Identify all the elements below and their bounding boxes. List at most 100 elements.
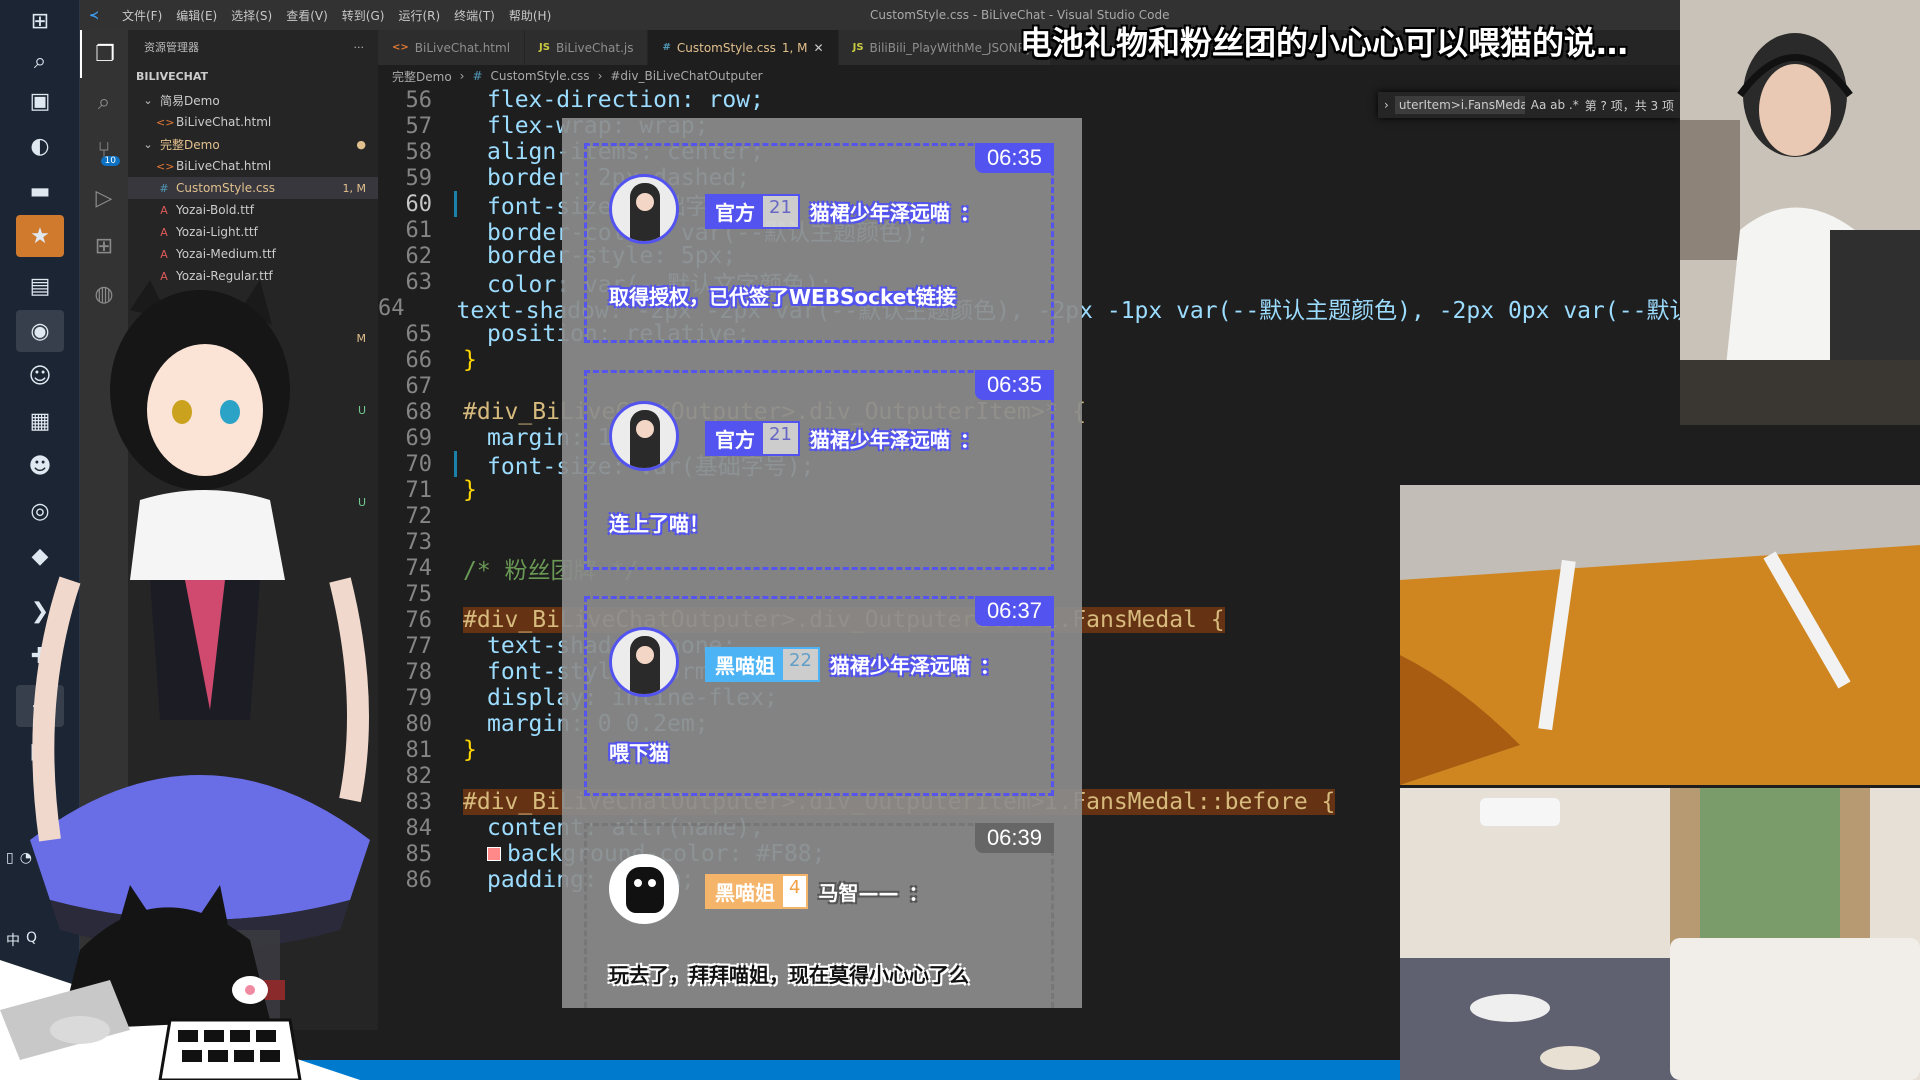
more-actions-icon[interactable]: ··· [354, 41, 365, 54]
start-menu-icon[interactable]: ⊞ [16, 0, 64, 42]
chat-username: 马智—— [818, 881, 899, 905]
fans-medal: 官方 21 [705, 194, 800, 229]
task-view-icon[interactable]: ▣ [16, 80, 64, 122]
code-text: } [463, 477, 477, 503]
search-icon[interactable]: ⌕ [80, 78, 128, 126]
chat-separator: ： [959, 428, 980, 452]
source-control-badge: 10 [100, 156, 120, 166]
medal-level: 4 [783, 876, 807, 907]
menu-run[interactable]: 运行(R) [398, 7, 440, 24]
workspace-section[interactable]: BILIVECHAT [128, 64, 378, 89]
menu-file[interactable]: 文件(F) [122, 7, 162, 24]
tree-file-active[interactable]: # CustomStyle.css 1, M [128, 177, 378, 199]
html-file-icon: <> [156, 159, 175, 173]
line-number: 61 [405, 217, 433, 243]
line-number: 56 [405, 87, 433, 113]
file-explorer-icon[interactable]: ▬ [16, 170, 64, 212]
explorer-header: 资源管理器 ··· [128, 30, 378, 64]
breadcrumb-item[interactable]: CustomStyle.css [491, 69, 590, 83]
tree-item-label: 完整Demo [160, 137, 220, 152]
breadcrumb-item[interactable]: 完整Demo [392, 68, 452, 85]
avatar [609, 627, 679, 697]
vscode-logo-icon: ≺ [88, 8, 100, 22]
html-file-icon: <> [392, 42, 409, 53]
chevron-down-icon: ⌄ [143, 137, 153, 151]
css-file-icon: # [662, 42, 671, 53]
avatar [609, 174, 679, 244]
color-swatch[interactable] [487, 847, 501, 861]
close-icon[interactable]: ✕ [814, 41, 824, 55]
tree-file[interactable]: <> BiLiveChat.html [128, 111, 378, 133]
fans-medal: 官方 21 [705, 421, 800, 456]
chat-separator: ： [979, 654, 1000, 678]
medal-name: 官方 [707, 196, 763, 227]
medal-level: 21 [763, 423, 798, 454]
tree-file[interactable]: <> BiLiveChat.html [128, 155, 378, 177]
medal-name: 黑喵姐 [707, 649, 783, 680]
find-input[interactable]: uterItem>i.FansMedal [1394, 96, 1525, 114]
tree-item-status: 1, M [342, 181, 366, 195]
webcam-cat-room [1400, 788, 1920, 1080]
live-chat-overlay: 06:35 官方 21 猫裙少年泽远喵 ： 取得授权，已代签了WEBSocket链… [562, 118, 1082, 1008]
tree-item-label: Yozai-Medium.ttf [176, 247, 276, 261]
css-file-icon: # [472, 69, 483, 83]
extensions-icon[interactable]: ⊞ [80, 222, 128, 270]
chat-username: 猫裙少年泽远喵 [809, 428, 950, 452]
tab-bilivechat-js[interactable]: JS BiLiveChat.js [525, 30, 649, 65]
line-number: 60 [405, 191, 433, 217]
html-file-icon: <> [156, 115, 175, 129]
js-file-icon: JS [539, 42, 550, 53]
medal-level: 22 [783, 649, 818, 680]
fans-medal: 黑喵姐 4 [705, 874, 809, 909]
code-text: flex-direction: row; [487, 87, 764, 113]
font-file-icon: A [160, 225, 168, 239]
tree-file[interactable]: A Yozai-Medium.ttf [128, 243, 378, 265]
chat-message-item: 06:35 官方 21 猫裙少年泽远喵 ： 取得授权，已代签了WEBSocket链… [584, 143, 1054, 343]
line-number: 59 [405, 165, 433, 191]
tree-item-label: CustomStyle.css [176, 181, 276, 195]
find-widget: › uterItem>i.FansMedal Aa ab .* 第 ? 项，共 … [1378, 92, 1680, 118]
tree-file[interactable]: A Yozai-Bold.ttf [128, 199, 378, 221]
menu-edit[interactable]: 编辑(E) [176, 7, 217, 24]
chat-message-item: 06:35 官方 21 猫裙少年泽远喵 ： 连上了喵！ [584, 370, 1054, 570]
medal-name: 黑喵姐 [707, 876, 783, 907]
chat-meta: 官方 21 猫裙少年泽远喵 ： [705, 194, 980, 229]
code-text: } [463, 737, 477, 763]
tab-status: 1, M [781, 40, 808, 55]
tab-bilivechat-html[interactable]: <> BiLiveChat.html [378, 30, 526, 65]
source-control-icon[interactable]: ⑂ 10 [80, 126, 128, 174]
font-file-icon: A [160, 247, 168, 261]
chat-time: 06:39 [974, 823, 1054, 853]
tree-folder[interactable]: ⌄ 完整Demo ● [128, 133, 378, 155]
chat-message-text: 取得授权，已代签了WEBSocket链接 [609, 285, 956, 309]
line-number: 57 [405, 113, 433, 139]
chat-username: 猫裙少年泽远喵 [809, 201, 950, 225]
menu-help[interactable]: 帮助(H) [509, 7, 551, 24]
breadcrumb-item[interactable]: #div_BiLiveChatOutputer [610, 69, 762, 83]
tab-label: BiliBili_PlayWithMe_JSONP.js [869, 40, 1037, 55]
starred-app-icon[interactable]: ★ [16, 215, 64, 257]
menu-go[interactable]: 转到(G) [342, 7, 385, 24]
tree-file[interactable]: A Yozai-Light.ttf [128, 221, 378, 243]
menu-terminal[interactable]: 终端(T) [454, 7, 495, 24]
edge-browser-icon[interactable]: ◐ [16, 125, 64, 167]
tree-folder[interactable]: ⌄ 简易Demo [128, 89, 378, 111]
chevron-down-icon: ⌄ [143, 93, 153, 107]
search-icon[interactable]: ⌕ [16, 40, 64, 82]
breadcrumb: 完整Demo › # CustomStyle.css › #div_BiLive… [378, 65, 1680, 87]
fans-medal: 黑喵姐 22 [705, 647, 820, 682]
menu-view[interactable]: 查看(V) [286, 7, 328, 24]
chevron-right-icon[interactable]: › [1384, 98, 1389, 112]
chat-username: 猫裙少年泽远喵 [829, 654, 970, 678]
tab-customstyle-css[interactable]: # CustomStyle.css 1, M ✕ [648, 30, 839, 65]
run-debug-icon[interactable]: ▷ [80, 174, 128, 222]
chat-separator: ： [959, 201, 980, 225]
find-options[interactable]: Aa ab .* [1531, 98, 1579, 112]
menu-selection[interactable]: 选择(S) [231, 7, 272, 24]
tab-label: CustomStyle.css [676, 40, 776, 55]
chat-message-item: 06:39 黑喵姐 4 马智—— ： 玩去了，拜拜喵姐，现在莫得小心心了么 [584, 823, 1054, 1008]
find-result-count: 第 ? 项，共 3 项 [1584, 98, 1674, 113]
tree-item-label: BiLiveChat.html [176, 159, 272, 173]
explorer-icon[interactable]: ❐ [80, 30, 128, 78]
chat-meta: 黑喵姐 22 猫裙少年泽远喵 ： [705, 647, 1000, 682]
